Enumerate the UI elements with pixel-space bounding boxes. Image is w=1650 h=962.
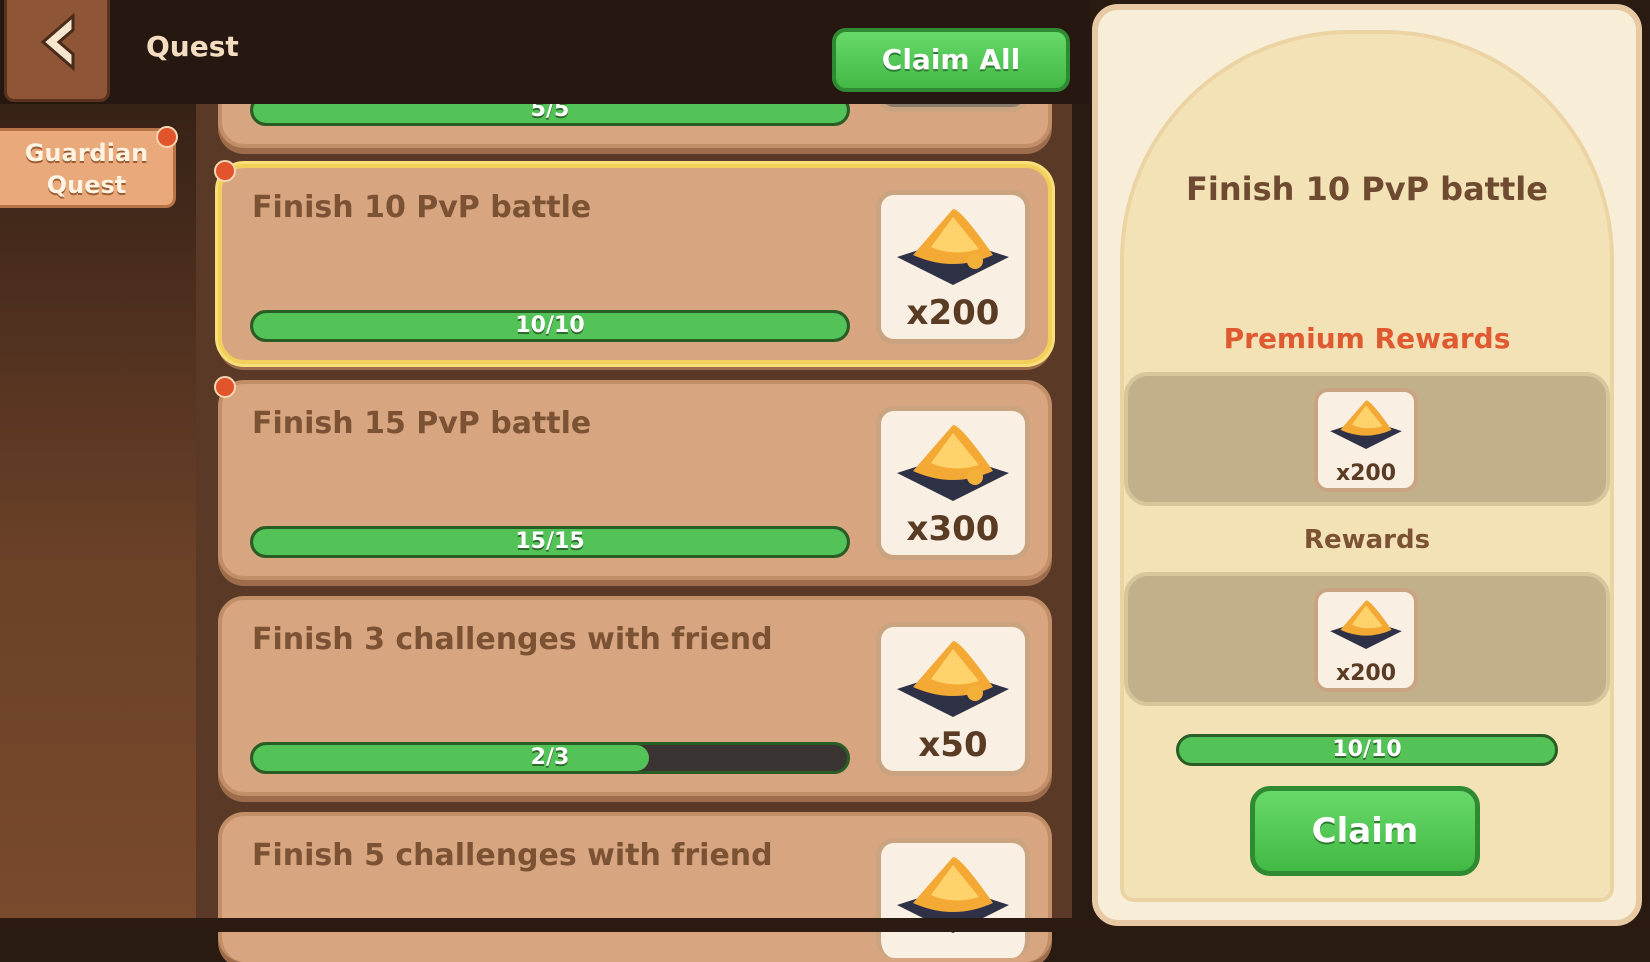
- gold-pile-icon: [1330, 600, 1402, 650]
- reward-amount: x200: [1335, 661, 1397, 686]
- detail-title: Finish 10 PvP battle: [1186, 170, 1548, 208]
- rewards-label: Rewards: [1303, 525, 1431, 555]
- back-arrow-icon: [40, 12, 75, 72]
- tab-guardian-quest[interactable]: Guardian Quest: [0, 128, 176, 208]
- gold-pile-icon: [1330, 400, 1402, 450]
- reward-amount: x50: [918, 725, 988, 765]
- reward-box: x50: [876, 622, 1030, 776]
- quest-title: Finish 10 PvP battle: [252, 190, 592, 225]
- quest-card-5[interactable]: Finish 5 challenges with friend: [218, 812, 1052, 962]
- reward-box: x200: [876, 190, 1030, 344]
- quest-card-3[interactable]: Finish 15 PvP battle 15/15 x300: [214, 376, 1052, 580]
- quest-title: Finish 15 PvP battle: [252, 406, 592, 441]
- premium-rewards-label: Premium Rewards: [1223, 322, 1511, 355]
- gold-pile-icon: [897, 857, 1009, 933]
- reward-amount: x300: [906, 509, 1000, 549]
- notification-dot: [214, 160, 236, 182]
- reward-amount: x200: [906, 293, 1000, 333]
- quest-title: Finish 5 challenges with friend: [252, 838, 773, 873]
- premium-reward-item[interactable]: x200: [1314, 388, 1418, 492]
- gold-pile-icon: [897, 641, 1009, 717]
- quest-title: Finish 3 challenges with friend: [252, 622, 773, 657]
- gold-pile-icon: [897, 209, 1009, 285]
- back-button[interactable]: [4, 0, 110, 102]
- notification-dot: [214, 376, 236, 398]
- progress-bar: 2/3: [250, 742, 850, 774]
- notification-dot: [156, 126, 178, 148]
- progress-text: 10/10: [515, 313, 585, 338]
- reward-item[interactable]: x200: [1314, 588, 1418, 692]
- reward-box: x300: [876, 406, 1030, 560]
- reward-box: [876, 838, 1030, 958]
- claim-button[interactable]: Claim: [1250, 786, 1480, 876]
- claim-all-button[interactable]: Claim All: [832, 28, 1070, 92]
- detail-progress-bar: 10/10: [1176, 734, 1558, 766]
- progress-bar: 10/10: [250, 310, 850, 342]
- gold-pile-icon: [897, 425, 1009, 501]
- progress-text: 15/15: [515, 529, 585, 554]
- page-title: Quest: [146, 30, 239, 63]
- tab-label: Guardian Quest: [24, 139, 149, 199]
- progress-bar: 15/15: [250, 526, 850, 558]
- reward-amount: x200: [1335, 461, 1397, 486]
- progress-text: 2/3: [530, 745, 570, 770]
- quest-card-2[interactable]: Finish 10 PvP battle 10/10 x200: [214, 160, 1052, 364]
- quest-card-4[interactable]: Finish 3 challenges with friend 2/3 x50: [218, 596, 1052, 796]
